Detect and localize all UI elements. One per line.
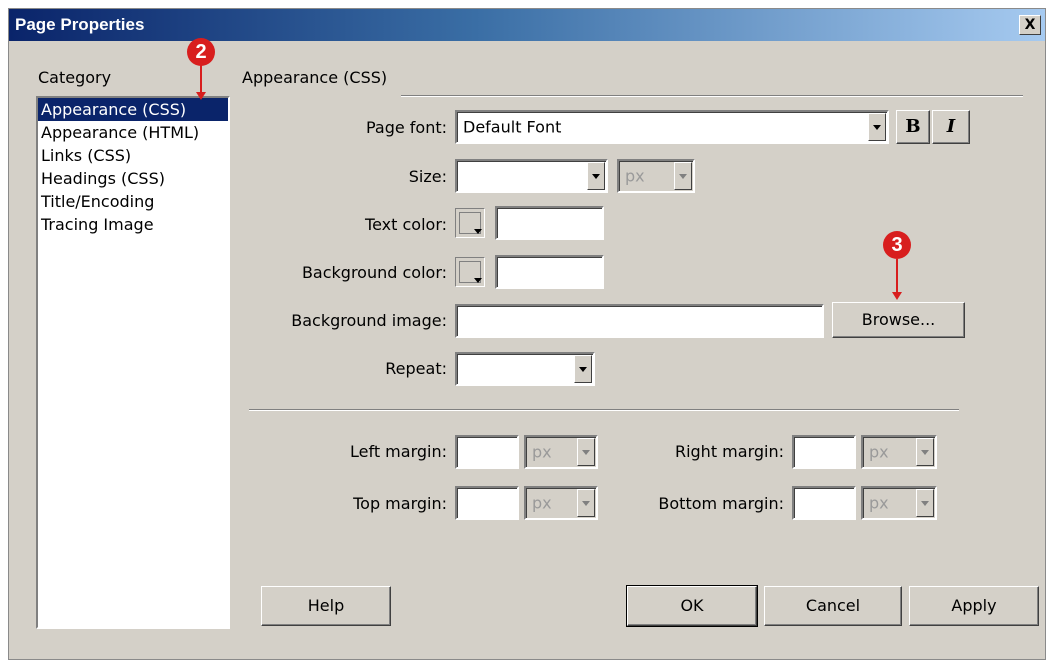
page-font-value: Default Font bbox=[463, 117, 562, 137]
category-item-links-css[interactable]: Links (CSS) bbox=[38, 144, 228, 167]
browse-button[interactable]: Browse... bbox=[832, 302, 965, 338]
size-unit-dropdown-icon[interactable] bbox=[674, 162, 692, 190]
cancel-button[interactable]: Cancel bbox=[764, 586, 902, 626]
background-image-input[interactable] bbox=[455, 304, 824, 338]
text-color-picker-icon[interactable] bbox=[455, 208, 485, 238]
window-title: Page Properties bbox=[15, 15, 145, 34]
annotation-arrowhead-3 bbox=[892, 292, 902, 300]
size-select[interactable] bbox=[455, 159, 608, 193]
apply-button[interactable]: Apply bbox=[909, 586, 1039, 626]
page-font-select[interactable]: Default Font bbox=[455, 110, 889, 144]
page-font-label: Page font: bbox=[365, 118, 447, 137]
size-unit-select[interactable]: px bbox=[617, 159, 695, 193]
background-color-picker-icon[interactable] bbox=[455, 257, 485, 287]
repeat-label: Repeat: bbox=[385, 359, 447, 378]
right-margin-input[interactable] bbox=[792, 435, 856, 469]
category-label: Category bbox=[38, 68, 112, 87]
annotation-arrow-2 bbox=[200, 65, 202, 93]
background-image-label: Background image: bbox=[291, 311, 447, 330]
bottom-margin-label: Bottom margin: bbox=[658, 494, 784, 513]
bottom-margin-unit-select[interactable]: px bbox=[861, 486, 937, 520]
ok-button[interactable]: OK bbox=[626, 585, 758, 627]
left-margin-label: Left margin: bbox=[349, 442, 447, 461]
page-font-dropdown-icon[interactable] bbox=[868, 113, 886, 141]
repeat-dropdown-icon[interactable] bbox=[574, 355, 592, 383]
size-unit-value: px bbox=[625, 166, 645, 186]
annotation-badge-2: 2 bbox=[187, 38, 215, 66]
category-item-appearance-css[interactable]: Appearance (CSS) bbox=[38, 98, 228, 121]
background-color-label: Background color: bbox=[301, 263, 447, 282]
right-margin-unit-value: px bbox=[869, 442, 889, 462]
title-bar[interactable]: Page Properties X bbox=[9, 9, 1045, 41]
annotation-badge-3: 3 bbox=[883, 231, 911, 259]
close-button[interactable]: X bbox=[1019, 15, 1041, 35]
category-item-title-encoding[interactable]: Title/Encoding bbox=[38, 190, 228, 213]
italic-button[interactable]: I bbox=[932, 110, 970, 144]
bold-button[interactable]: B bbox=[896, 110, 930, 144]
size-label: Size: bbox=[408, 167, 447, 186]
background-color-input[interactable] bbox=[495, 255, 604, 289]
text-color-label: Text color: bbox=[365, 215, 447, 234]
bottom-margin-unit-dropdown-icon[interactable] bbox=[916, 489, 934, 517]
category-item-tracing-image[interactable]: Tracing Image bbox=[38, 213, 228, 236]
category-item-appearance-html[interactable]: Appearance (HTML) bbox=[38, 121, 228, 144]
right-margin-label: Right margin: bbox=[674, 442, 784, 461]
top-margin-input[interactable] bbox=[455, 486, 519, 520]
left-margin-unit-value: px bbox=[532, 442, 552, 462]
right-margin-unit-dropdown-icon[interactable] bbox=[916, 438, 934, 466]
top-margin-unit-value: px bbox=[532, 493, 552, 513]
text-color-input[interactable] bbox=[495, 206, 604, 240]
section-divider bbox=[401, 95, 1023, 97]
category-item-headings-css[interactable]: Headings (CSS) bbox=[38, 167, 228, 190]
bottom-margin-unit-value: px bbox=[869, 493, 889, 513]
right-margin-unit-select[interactable]: px bbox=[861, 435, 937, 469]
left-margin-input[interactable] bbox=[455, 435, 519, 469]
size-dropdown-icon[interactable] bbox=[587, 162, 605, 190]
top-margin-label: Top margin: bbox=[353, 494, 447, 513]
annotation-arrow-3 bbox=[896, 259, 898, 293]
annotation-arrowhead-2 bbox=[196, 92, 206, 100]
category-list[interactable]: Appearance (CSS) Appearance (HTML) Links… bbox=[36, 96, 230, 629]
help-button[interactable]: Help bbox=[261, 586, 391, 626]
page-properties-dialog: Page Properties X Category Appearance (C… bbox=[8, 8, 1046, 660]
bottom-margin-input[interactable] bbox=[792, 486, 856, 520]
section-title: Appearance (CSS) bbox=[242, 68, 388, 87]
repeat-select[interactable] bbox=[455, 352, 595, 386]
margins-divider bbox=[249, 409, 959, 411]
